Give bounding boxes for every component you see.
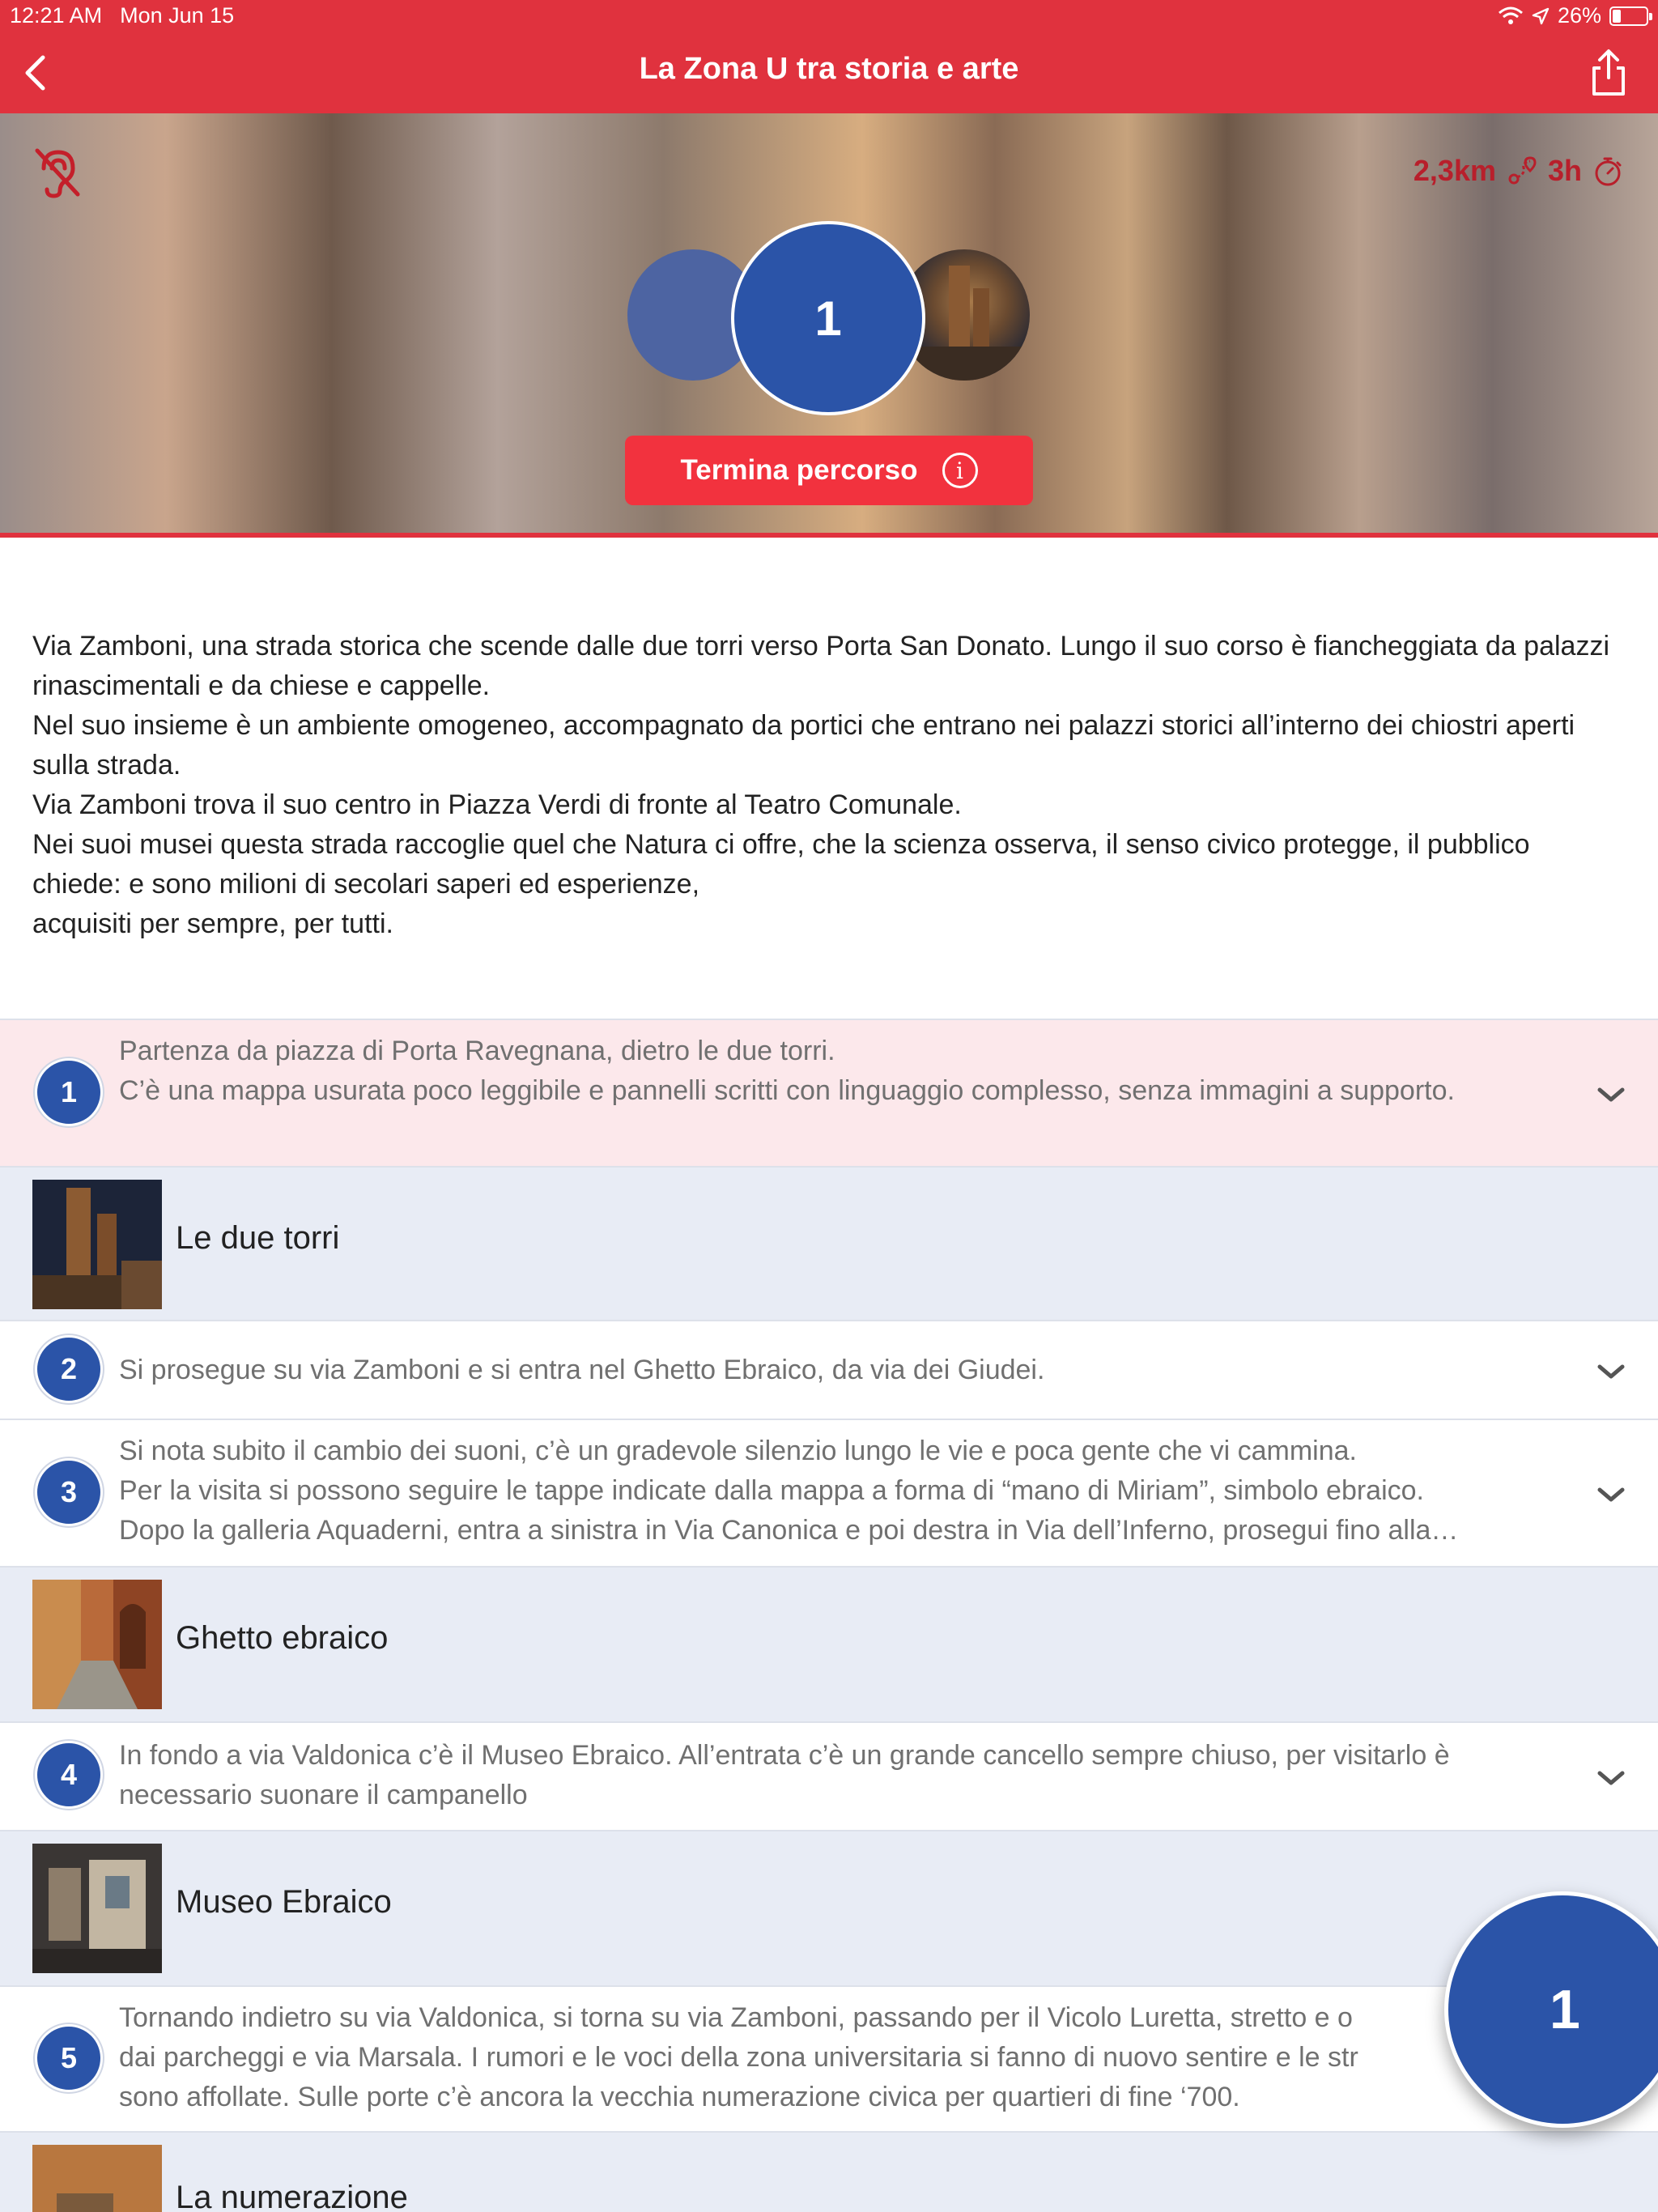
- location-arrow-icon: [1532, 7, 1550, 24]
- description-paragraph: Via Zamboni trova il suo centro in Piazz…: [32, 789, 962, 820]
- poi-thumbnail: [32, 2145, 162, 2212]
- step-row[interactable]: 2 Si prosegue su via Zamboni e si entra …: [0, 1320, 1658, 1419]
- step-number-badge: 2: [35, 1335, 103, 1403]
- chevron-down-icon[interactable]: [1595, 1768, 1627, 1788]
- step-text: Partenza da piazza di Porta Ravegnana, d…: [119, 1036, 1455, 1106]
- battery-percent: 26%: [1557, 3, 1601, 28]
- status-bar-right: 26%: [1498, 3, 1652, 28]
- chevron-down-icon[interactable]: [1595, 1085, 1627, 1104]
- step-number-badge: 3: [35, 1458, 103, 1526]
- audio-off-ear-icon[interactable]: [32, 146, 83, 199]
- top-bar: 12:21 AM Mon Jun 15 26% La Zona U tra st…: [0, 0, 1658, 113]
- poi-thumbnail: [32, 1844, 162, 1973]
- status-time: 12:21 AM: [10, 3, 103, 28]
- share-icon: [1592, 49, 1625, 96]
- share-button[interactable]: [1588, 47, 1629, 99]
- description-paragraph: Nei suoi musei questa strada raccoglie q…: [32, 829, 1530, 900]
- page-title: La Zona U tra storia e arte: [639, 52, 1019, 86]
- step-text-line: Per la visita si possono seguire le tapp…: [119, 1475, 1424, 1506]
- poi-thumbnail: [32, 1580, 162, 1709]
- hero-banner: 2,3km 3h 1 Termina percorso i: [0, 113, 1658, 538]
- poi-row[interactable]: Le due torri: [0, 1166, 1658, 1320]
- info-icon[interactable]: i: [942, 453, 978, 488]
- step-text-line: sono affollate. Sulle porte c’è ancora l…: [119, 2082, 1240, 2112]
- chevron-down-icon[interactable]: [1595, 1485, 1627, 1504]
- route-steps-list: 1 Partenza da piazza di Porta Ravegnana,…: [0, 1019, 1658, 2212]
- poi-thumbnail: [32, 1180, 162, 1309]
- poi-label: Ghetto ebraico: [176, 1620, 389, 1656]
- step-row[interactable]: 1 Partenza da piazza di Porta Ravegnana,…: [0, 1019, 1658, 1166]
- step-text-line: Si nota subito il cambio dei suoni, c’è …: [119, 1436, 1358, 1466]
- poi-row[interactable]: La numerazione: [0, 2131, 1658, 2212]
- route-duration: 3h: [1547, 154, 1582, 187]
- stopwatch-icon: [1595, 157, 1622, 186]
- step-number-badge: 1: [35, 1058, 103, 1126]
- poi-row[interactable]: Museo Ebraico: [0, 1830, 1658, 1985]
- battery-icon: [1609, 6, 1652, 26]
- route-path-icon: [1508, 156, 1537, 185]
- route-description: Via Zamboni, una strada storica che scen…: [32, 627, 1619, 944]
- description-paragraph: Via Zamboni, una strada storica che scen…: [32, 631, 1609, 701]
- route-stats: 2,3km 3h: [1414, 154, 1624, 188]
- description-paragraph: Nel suo insieme è un ambiente omogeneo, …: [32, 710, 1575, 781]
- step-number-badge: 4: [35, 1741, 103, 1809]
- battery-level: [1613, 9, 1622, 23]
- step-text-line: dai parcheggi e via Marsala. I rumori e …: [119, 2042, 1358, 2073]
- chevron-down-icon[interactable]: [1595, 1362, 1627, 1381]
- step-number-badge: 5: [35, 2024, 103, 2092]
- step-text: In fondo a via Valdonica c’è il Museo Eb…: [119, 1740, 1450, 1810]
- description-paragraph: acquisiti per sempre, per tutti.: [32, 908, 393, 939]
- step-row[interactable]: 3 Si nota subito il cambio dei suoni, c’…: [0, 1419, 1658, 1566]
- status-date: Mon Jun 15: [120, 3, 235, 28]
- current-step-indicator: 1: [731, 221, 925, 415]
- route-distance: 2,3km: [1413, 154, 1496, 187]
- end-route-button[interactable]: Termina percorso i: [625, 436, 1033, 505]
- step-text-line: Dopo la galleria Aquaderni, entra a sini…: [119, 1515, 1459, 1546]
- end-route-label: Termina percorso: [680, 454, 918, 486]
- poi-label: Museo Ebraico: [176, 1884, 392, 1920]
- poi-label: La numerazione: [176, 2180, 408, 2212]
- step-text: Si prosegue su via Zamboni e si entra ne…: [119, 1355, 1045, 1385]
- wifi-icon: [1498, 6, 1523, 24]
- step-row[interactable]: 5 Tornando indietro su via Valdonica, si…: [0, 1985, 1658, 2131]
- poi-row[interactable]: Ghetto ebraico: [0, 1566, 1658, 1721]
- step-row[interactable]: 4 In fondo a via Valdonica c’è il Museo …: [0, 1721, 1658, 1830]
- poi-label: Le due torri: [176, 1220, 340, 1256]
- status-bar-left: 12:21 AM Mon Jun 15: [10, 3, 234, 28]
- step-text-line: Tornando indietro su via Valdonica, si t…: [119, 2002, 1353, 2033]
